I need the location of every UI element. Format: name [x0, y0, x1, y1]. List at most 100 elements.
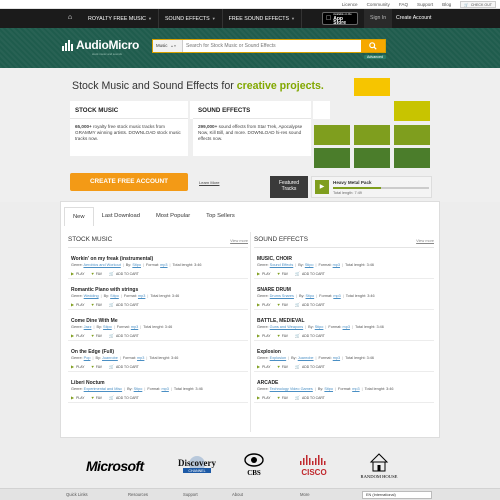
artist-link[interactable]: Stipo	[315, 325, 324, 329]
track-title[interactable]: Come Dine With Me	[71, 318, 118, 324]
track-title[interactable]: BATTLE, MEDIEVAL	[257, 318, 305, 324]
fav-button[interactable]: ♥ FAV	[278, 302, 289, 307]
add-to-cart-button[interactable]: 🛒 ADD TO CART	[295, 395, 325, 400]
add-to-cart-button[interactable]: 🛒 ADD TO CART	[295, 333, 325, 338]
track-title[interactable]: MUSIC, CHOIR	[257, 256, 292, 262]
play-button[interactable]: ▶ PLAY	[257, 333, 271, 338]
support-link[interactable]: Support	[417, 2, 433, 7]
play-button[interactable]: ▶ PLAY	[257, 302, 271, 307]
format-link[interactable]: mp3	[333, 356, 340, 360]
logo[interactable]: AudioMicro stock music and sounds	[62, 39, 139, 56]
track-title[interactable]: Workin' on my freak (instrumental)	[71, 256, 153, 262]
fav-button[interactable]: ♥ FAV	[278, 395, 289, 400]
tab-last-download[interactable]: Last Download	[94, 207, 148, 225]
advanced-search-link[interactable]: Advanced	[364, 55, 386, 59]
format-link[interactable]: mp3	[138, 294, 145, 298]
format-link[interactable]: mp3	[333, 294, 340, 298]
fav-button[interactable]: ♥ FAV	[92, 333, 103, 338]
genre-link[interactable]: Sound Effects	[270, 263, 294, 267]
genre-link[interactable]: Guns and Weapons	[270, 325, 304, 329]
sound-effects-view-more[interactable]: View more	[416, 239, 434, 243]
play-button[interactable]: ▶ PLAY	[71, 333, 85, 338]
track-title[interactable]: Explosion	[257, 349, 281, 355]
format-link[interactable]: mp3	[161, 387, 168, 391]
artist-link[interactable]: Stipo	[103, 325, 112, 329]
artist-link[interactable]: Stipo	[132, 263, 141, 267]
fav-button[interactable]: ♥ FAV	[92, 395, 103, 400]
artist-link[interactable]: Stipo	[305, 263, 314, 267]
licence-link[interactable]: Licence	[342, 2, 358, 7]
add-to-cart-button[interactable]: 🛒 ADD TO CART	[109, 302, 139, 307]
player-progress-bar[interactable]	[333, 187, 429, 189]
play-button[interactable]: ▶ PLAY	[257, 364, 271, 369]
track-title[interactable]: On the Edge (Full)	[71, 349, 114, 355]
fav-button[interactable]: ♥ FAV	[92, 302, 103, 307]
track-title[interactable]: Liberi Noctum	[71, 380, 105, 386]
play-button[interactable]: ▶ PLAY	[71, 395, 85, 400]
app-store-badge[interactable]:  Available on the App Store	[322, 12, 358, 25]
learn-more-link[interactable]: Learn More	[199, 180, 219, 185]
stock-music-view-more[interactable]: View more	[230, 239, 248, 243]
genre-link[interactable]: Drums Snares	[270, 294, 294, 298]
artist-link[interactable]: Stipo	[134, 387, 143, 391]
format-link[interactable]: mp3	[160, 263, 167, 267]
play-button[interactable]: ▶ PLAY	[257, 395, 271, 400]
add-to-cart-button[interactable]: 🛒 ADD TO CART	[295, 271, 325, 276]
fav-button[interactable]: ♥ FAV	[278, 333, 289, 338]
format-link[interactable]: mp3	[131, 325, 138, 329]
artist-link[interactable]: Stipo	[306, 294, 315, 298]
add-to-cart-button[interactable]: 🛒 ADD TO CART	[295, 302, 325, 307]
search-input[interactable]	[183, 40, 361, 52]
genre-link[interactable]: Explosion	[270, 356, 286, 360]
track-title[interactable]: ARCADE	[257, 380, 278, 386]
format-link[interactable]: mp3	[352, 387, 359, 391]
artist-link[interactable]: Stipo	[110, 294, 119, 298]
format-link[interactable]: mp3	[343, 325, 350, 329]
add-to-cart-button[interactable]: 🛒 ADD TO CART	[109, 364, 139, 369]
play-icon[interactable]: ▶	[315, 180, 329, 194]
sign-in-link[interactable]: Sign In	[364, 9, 393, 28]
track-title[interactable]: Romantic Piano with strings	[71, 287, 138, 293]
tab-most-popular[interactable]: Most Popular	[148, 207, 198, 225]
fav-button[interactable]: ♥ FAV	[278, 271, 289, 276]
genre-link[interactable]: Aerobics and Workout	[83, 263, 120, 267]
nav-sound-effects[interactable]: SOUND EFFECTS ▼	[159, 9, 223, 28]
artist-link[interactable]: Juanrobe	[102, 356, 118, 360]
tab-new[interactable]: New	[64, 207, 94, 226]
checkout-button[interactable]: 🛒 CHECK OUT	[460, 1, 496, 8]
genre-link[interactable]: Pop	[84, 356, 91, 360]
nav-free-sound-effects[interactable]: FREE SOUND EFFECTS ▼	[223, 9, 302, 28]
track-title[interactable]: SNARE DRUM	[257, 287, 291, 293]
genre-link[interactable]: Experimental and Misc	[84, 387, 122, 391]
artist-link[interactable]: Juanrobe	[298, 356, 314, 360]
blog-link[interactable]: Blog	[442, 2, 451, 7]
play-button[interactable]: ▶ PLAY	[71, 271, 85, 276]
add-to-cart-button[interactable]: 🛒 ADD TO CART	[295, 364, 325, 369]
play-button[interactable]: ▶ PLAY	[257, 271, 271, 276]
genre-link[interactable]: Technology Video Games	[270, 387, 313, 391]
home-icon[interactable]: ⌂	[66, 14, 74, 22]
play-button[interactable]: ▶ PLAY	[71, 302, 85, 307]
play-button[interactable]: ▶ PLAY	[71, 364, 85, 369]
genre-link[interactable]: Jazz	[84, 325, 92, 329]
artist-link[interactable]: Stipo	[324, 387, 333, 391]
add-to-cart-button[interactable]: 🛒 ADD TO CART	[109, 395, 139, 400]
fav-button[interactable]: ♥ FAV	[92, 271, 103, 276]
create-account-link[interactable]: Create Account	[391, 9, 436, 28]
fav-button[interactable]: ♥ FAV	[92, 364, 103, 369]
search-category-select[interactable]: Music ▲▼	[153, 40, 183, 52]
community-link[interactable]: Community	[367, 2, 390, 7]
search-button[interactable]	[361, 40, 385, 52]
add-to-cart-button[interactable]: 🛒 ADD TO CART	[109, 333, 139, 338]
genre-link[interactable]: Wedding	[84, 294, 99, 298]
tab-top-sellers[interactable]: Top Sellers	[198, 207, 243, 225]
track-actions: ▶ PLAY ♥ FAV 🛒 ADD TO CART	[257, 364, 325, 369]
format-link[interactable]: mp3	[137, 356, 144, 360]
add-to-cart-button[interactable]: 🛒 ADD TO CART	[109, 271, 139, 276]
create-free-account-button[interactable]: CREATE FREE ACCOUNT	[70, 173, 188, 191]
format-link[interactable]: mp3	[333, 263, 340, 267]
nav-royalty-free-music[interactable]: ROYALTY FREE MUSIC ▼	[82, 9, 159, 28]
language-select[interactable]: EN (International)	[362, 491, 432, 499]
faq-link[interactable]: FAQ	[399, 2, 408, 7]
fav-button[interactable]: ♥ FAV	[278, 364, 289, 369]
